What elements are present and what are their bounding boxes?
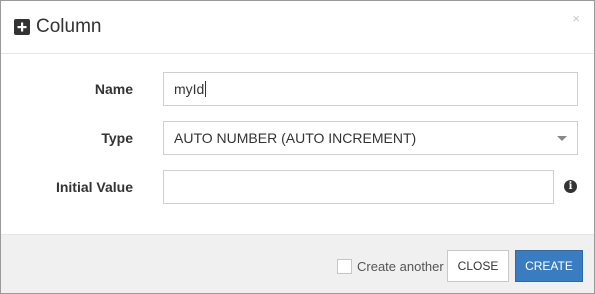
initial-value-input[interactable] xyxy=(163,170,554,204)
type-label: Type xyxy=(101,130,133,146)
create-another-label[interactable]: Create another xyxy=(357,259,444,275)
create-another-checkbox[interactable] xyxy=(337,259,352,274)
name-input-value: myId xyxy=(174,81,205,97)
column-dialog: Column × Name myId Type AUTO NUMBER (AUT… xyxy=(0,0,595,294)
close-icon[interactable]: × xyxy=(572,12,580,26)
type-select-value: AUTO NUMBER (AUTO INCREMENT) xyxy=(174,130,417,146)
chevron-down-icon xyxy=(557,136,567,141)
text-cursor xyxy=(205,81,207,97)
plus-square-icon xyxy=(14,19,30,35)
close-button[interactable]: CLOSE xyxy=(447,250,509,282)
initial-value-label: Initial Value xyxy=(55,179,133,195)
type-select[interactable]: AUTO NUMBER (AUTO INCREMENT) xyxy=(163,121,578,155)
info-circle-icon[interactable]: i xyxy=(564,180,577,193)
name-input[interactable]: myId xyxy=(163,72,578,106)
dialog-header: Column × xyxy=(1,1,594,54)
create-button[interactable]: CREATE xyxy=(515,250,583,282)
dialog-footer: Create another CLOSE CREATE xyxy=(1,234,594,293)
dialog-title: Column xyxy=(36,16,102,37)
name-label: Name xyxy=(94,81,133,97)
